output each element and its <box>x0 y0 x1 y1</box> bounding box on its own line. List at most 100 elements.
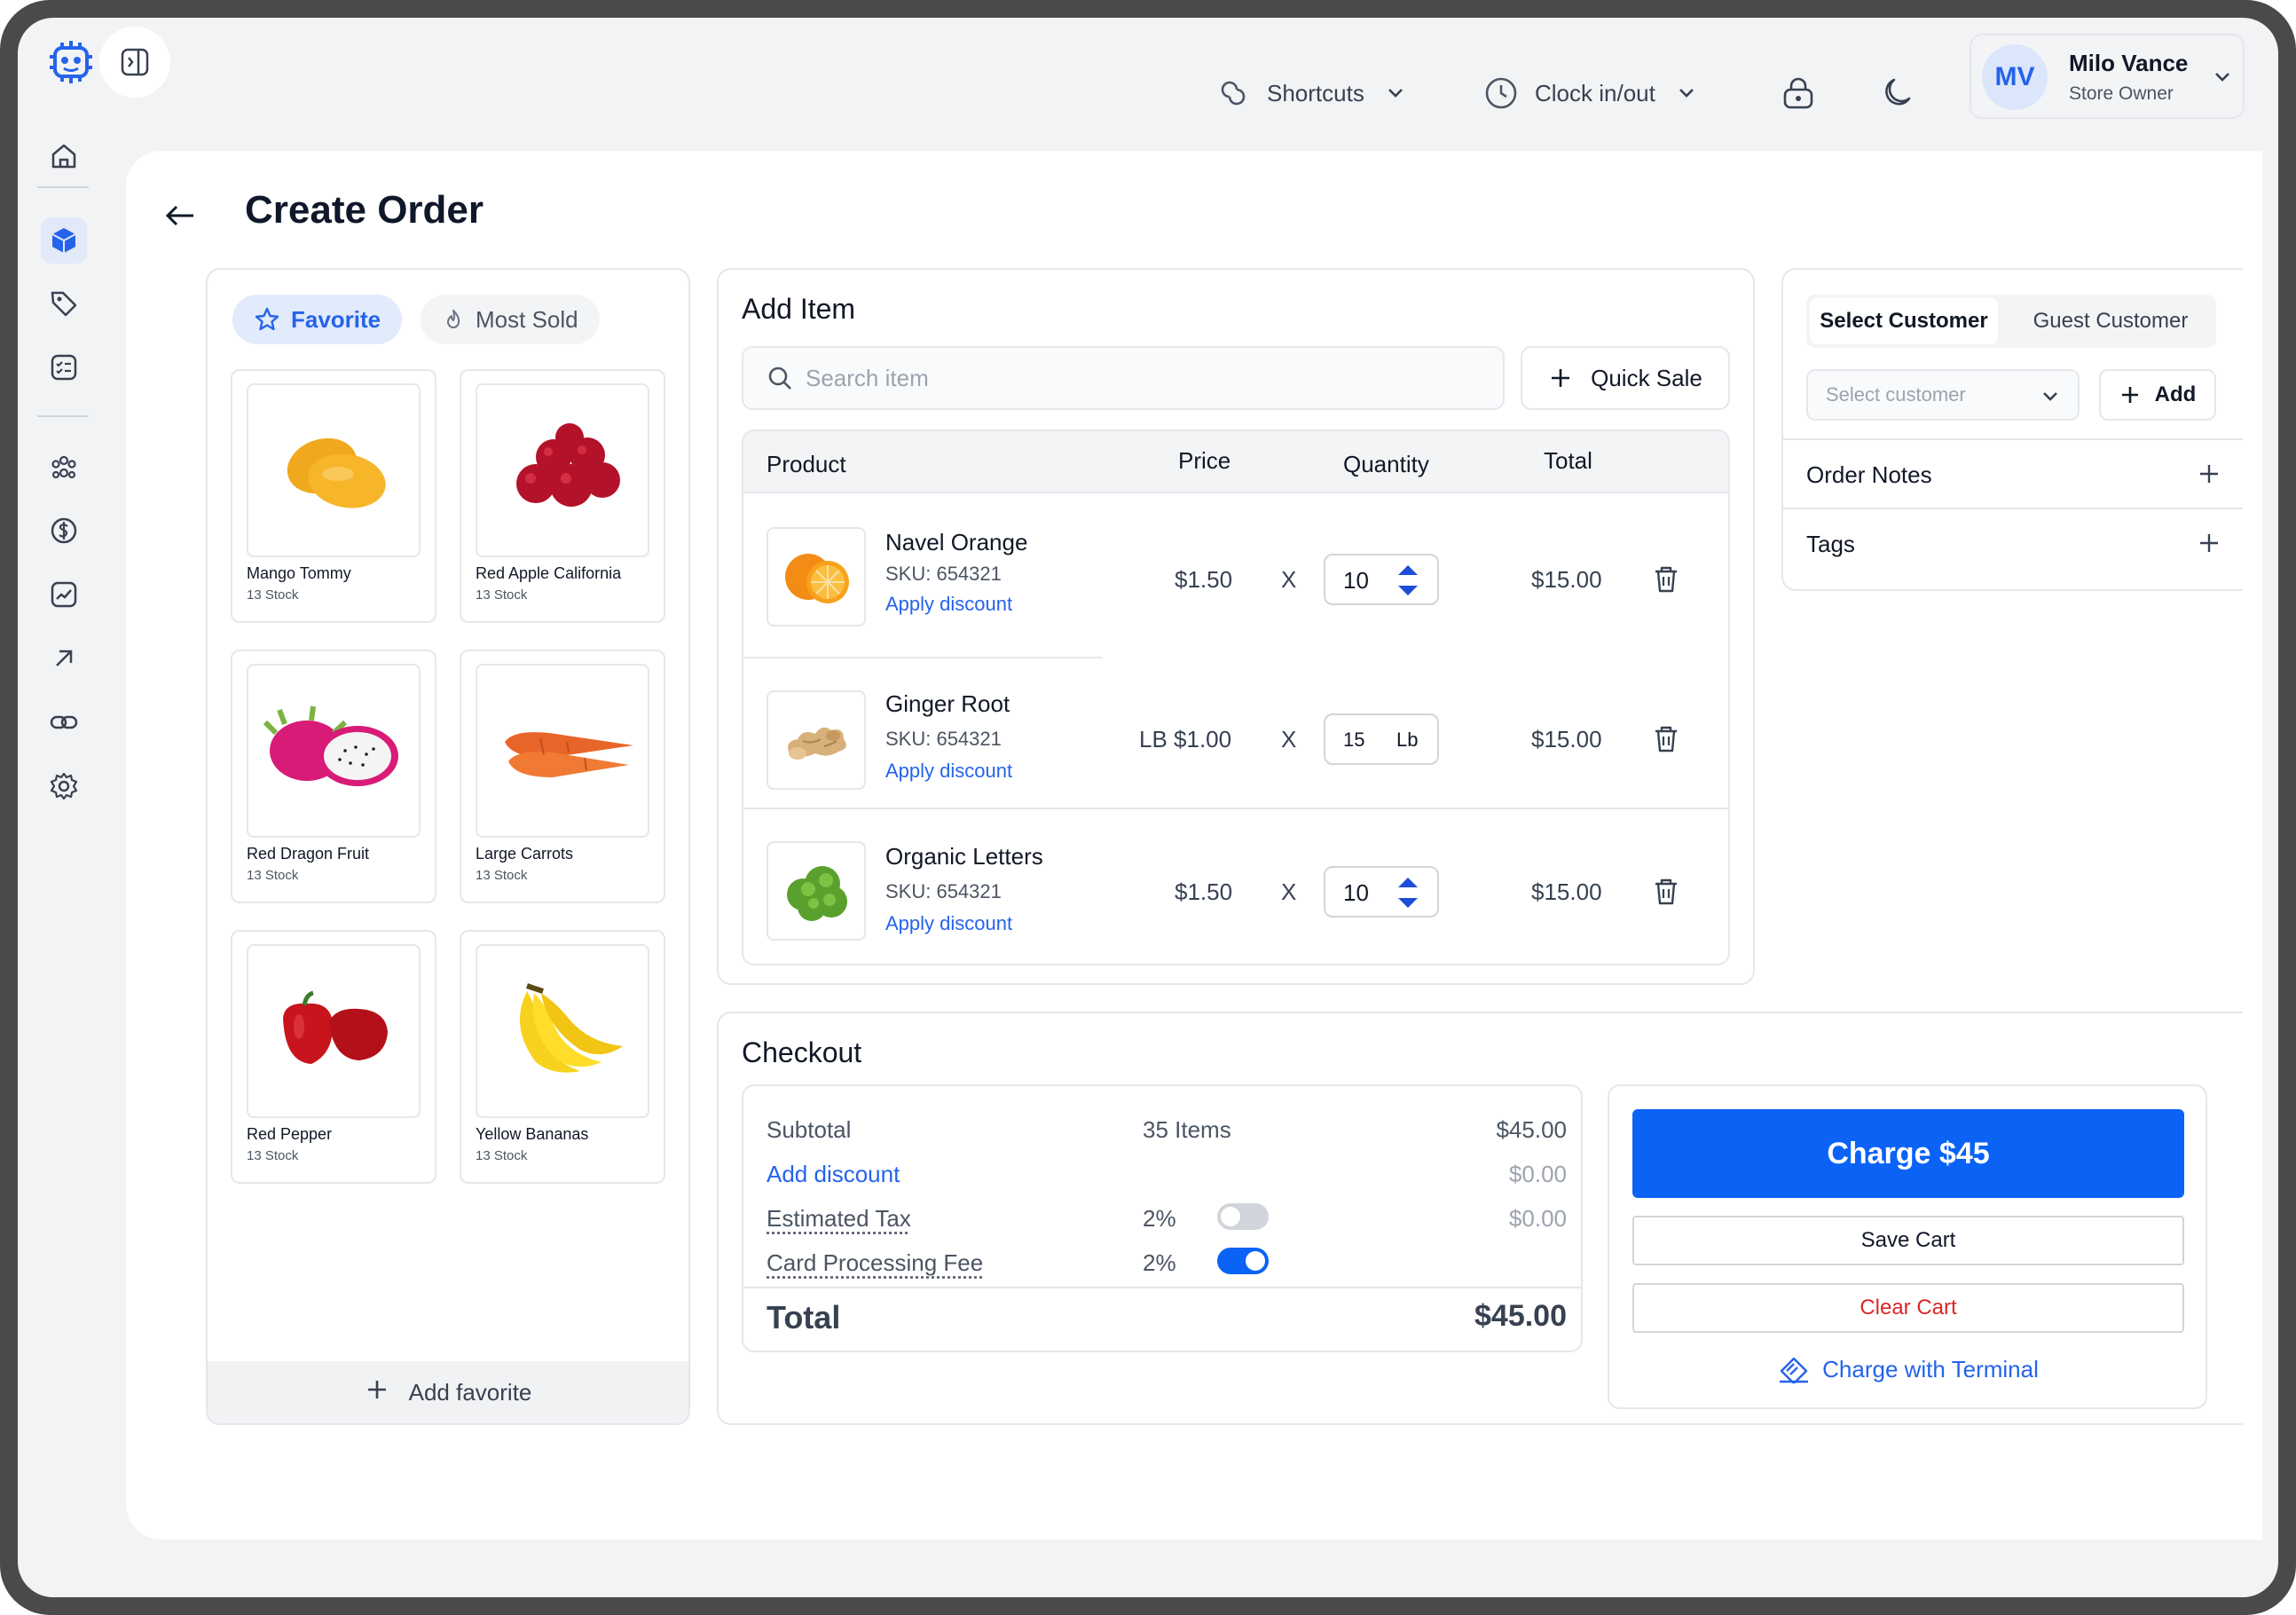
nav-reports[interactable] <box>41 571 87 618</box>
dark-mode-button[interactable] <box>1858 53 1938 133</box>
subtotal-label: Subtotal <box>767 1116 852 1143</box>
item-price: $1.50 <box>1175 878 1233 905</box>
add-item-title: Add Item <box>742 293 856 325</box>
favorites-panel: Favorite Most Sold Mango Tommy 13 Stock … <box>206 268 690 1425</box>
tab-favorite-label: Favorite <box>291 305 381 333</box>
stepper-arrows-icon[interactable] <box>1395 873 1421 912</box>
chevron-down-icon <box>2215 73 2229 82</box>
product-name: Mango Tommy <box>247 564 351 582</box>
product-name: Red Apple California <box>476 564 622 582</box>
product-card-apple[interactable]: Red Apple California 13 Stock <box>460 369 665 623</box>
customer-select[interactable]: Select customer <box>1806 369 2080 421</box>
app-logo-icon[interactable] <box>35 27 106 98</box>
lock-button[interactable] <box>1758 53 1838 133</box>
quantity-stepper[interactable]: 10 <box>1324 866 1439 918</box>
arrow-left-icon <box>165 205 193 226</box>
product-stock: 13 Stock <box>247 868 299 883</box>
quantity-weight-input[interactable]: 15 Lb <box>1324 713 1439 765</box>
save-cart-button[interactable]: Save Cart <box>1632 1216 2184 1265</box>
tab-select-customer[interactable]: Select Customer <box>1810 298 1998 344</box>
nav-tags[interactable] <box>41 280 87 327</box>
search-input[interactable]: Search item <box>742 346 1505 410</box>
back-button[interactable] <box>161 197 199 239</box>
item-price: $1.50 <box>1175 566 1233 593</box>
product-name: Large Carrots <box>476 845 574 863</box>
sidebar-toggle-button[interactable] <box>99 27 170 98</box>
product-stock: 13 Stock <box>247 587 299 603</box>
shortcuts-label: Shortcuts <box>1267 79 1364 106</box>
nav-integrations[interactable] <box>41 699 87 745</box>
stepper-arrows-icon[interactable] <box>1395 561 1421 600</box>
tab-guest-customer[interactable]: Guest Customer <box>2010 298 2211 344</box>
add-discount-link[interactable]: Add discount <box>767 1161 900 1188</box>
apply-discount-link[interactable]: Apply discount <box>885 912 1012 935</box>
lettuce-image <box>767 841 866 941</box>
add-customer-button[interactable]: Add <box>2099 369 2216 421</box>
quick-sale-button[interactable]: Quick Sale <box>1521 346 1730 410</box>
tag-icon <box>51 291 77 317</box>
customer-panel: Select Customer Guest Customer Select cu… <box>1781 268 2243 591</box>
order-notes-label: Order Notes <box>1806 461 1932 488</box>
search-icon <box>768 366 791 390</box>
clear-cart-button[interactable]: Clear Cart <box>1632 1283 2184 1333</box>
nav-products[interactable] <box>41 217 87 264</box>
delete-item-button[interactable] <box>1652 564 1680 599</box>
order-summary: Subtotal 35 Items $45.00 Add discount $0… <box>742 1084 1583 1352</box>
card-fee-toggle[interactable] <box>1217 1248 1269 1274</box>
estimated-tax-label: Estimated Tax <box>767 1205 911 1232</box>
apply-discount-link[interactable]: Apply discount <box>885 593 1012 616</box>
product-card-banana[interactable]: Yellow Bananas 13 Stock <box>460 930 665 1184</box>
nav-customers[interactable] <box>41 444 87 490</box>
product-sku: SKU: 654321 <box>885 880 1002 902</box>
table-row: Ginger Root SKU: 654321 Apply discount L… <box>743 658 1728 809</box>
tab-favorite[interactable]: Favorite <box>232 295 403 344</box>
tax-percent: 2% <box>1143 1205 1176 1232</box>
fee-percent: 2% <box>1143 1249 1176 1276</box>
product-name: Red Dragon Fruit <box>247 845 370 863</box>
nav-finance[interactable] <box>41 508 87 554</box>
nav-settings[interactable] <box>41 763 87 809</box>
nav-external[interactable] <box>41 635 87 681</box>
clock-menu[interactable]: Clock in/out <box>1483 53 1698 133</box>
charge-button[interactable]: Charge $45 <box>1632 1109 2184 1198</box>
col-total: Total <box>1544 447 1592 474</box>
customer-type-toggle: Select Customer Guest Customer <box>1806 295 2216 348</box>
product-card-mango[interactable]: Mango Tommy 13 Stock <box>231 369 436 623</box>
dragon-fruit-image <box>247 664 421 838</box>
plus-icon <box>2200 465 2218 483</box>
apply-discount-link[interactable]: Apply discount <box>885 760 1012 783</box>
charge-terminal-button[interactable]: Charge with Terminal <box>1632 1347 2184 1391</box>
payment-actions: Charge $45 Save Cart Clear Cart Charge w… <box>1608 1084 2207 1409</box>
delete-item-button[interactable] <box>1652 877 1680 911</box>
add-favorite-button[interactable]: Add favorite <box>208 1361 688 1423</box>
shortcuts-menu[interactable]: Shortcuts <box>1215 53 1407 133</box>
delete-item-button[interactable] <box>1652 724 1680 759</box>
product-name: Red Pepper <box>247 1125 333 1143</box>
trash-icon <box>1655 726 1677 752</box>
tags-row[interactable]: Tags <box>1783 508 2243 577</box>
subtotal-items: 35 Items <box>1143 1116 1231 1143</box>
plus-icon <box>1552 369 1570 387</box>
nav-home[interactable] <box>41 133 87 179</box>
chevron-down-icon <box>1388 89 1403 98</box>
product-card-carrot[interactable]: Large Carrots 13 Stock <box>460 650 665 903</box>
col-quantity: Quantity <box>1343 451 1429 477</box>
product-card-dragon-fruit[interactable]: Red Dragon Fruit 13 Stock <box>231 650 436 903</box>
arrow-up-right-icon <box>56 650 73 666</box>
quantity-stepper[interactable]: 10 <box>1324 554 1439 605</box>
table-row: Organic Letters SKU: 654321 Apply discou… <box>743 809 1728 964</box>
card-terminal-icon <box>1780 1357 1809 1383</box>
moon-icon <box>1885 78 1911 106</box>
chevron-down-icon <box>2043 392 2057 401</box>
user-menu[interactable]: MV Milo Vance Store Owner <box>1970 34 2245 119</box>
product-stock: 13 Stock <box>476 587 528 603</box>
tab-most-sold[interactable]: Most Sold <box>421 295 600 344</box>
order-notes-row[interactable]: Order Notes <box>1783 438 2243 508</box>
product-stock: 13 Stock <box>247 1148 299 1163</box>
user-name: Milo Vance <box>2069 50 2189 76</box>
link-icon <box>50 715 78 729</box>
product-card-pepper[interactable]: Red Pepper 13 Stock <box>231 930 436 1184</box>
nav-orders[interactable] <box>41 344 87 390</box>
checkout-title: Checkout <box>742 1036 862 1068</box>
tax-toggle[interactable] <box>1217 1203 1269 1230</box>
